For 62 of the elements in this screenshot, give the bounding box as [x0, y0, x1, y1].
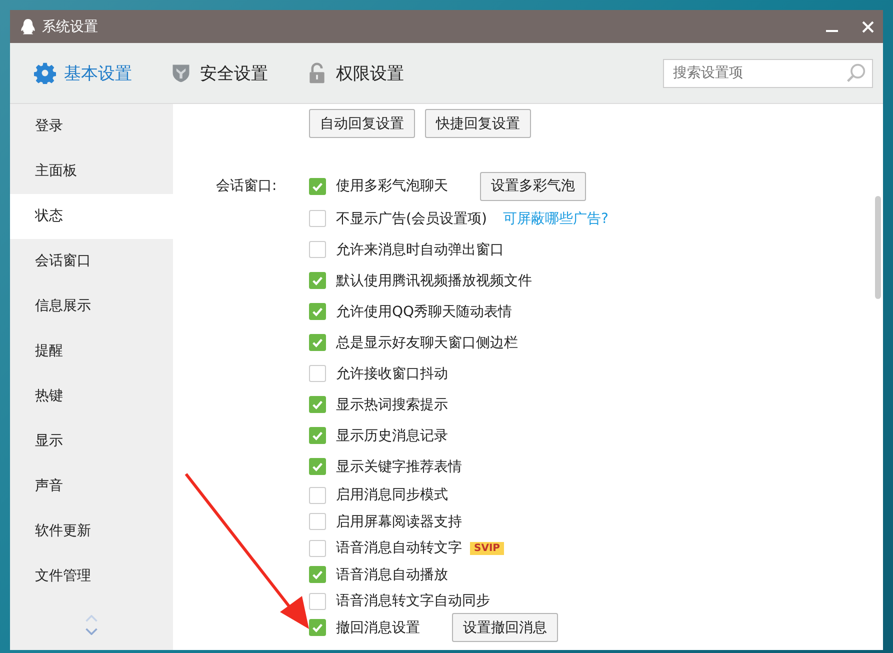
scrollbar-thumb[interactable] — [875, 196, 881, 299]
settings-button[interactable]: 设置撤回消息 — [452, 613, 558, 642]
vip-badge: SVIP — [470, 542, 504, 555]
sidebar-item[interactable]: 登录 — [10, 104, 173, 149]
search-field[interactable]: 搜索设置项 — [663, 58, 873, 88]
checkbox[interactable] — [309, 396, 326, 413]
option-label: 不显示广告(会员设置项) — [336, 210, 487, 228]
checkbox[interactable] — [309, 513, 326, 530]
checkbox[interactable] — [309, 303, 326, 320]
checkbox[interactable] — [309, 178, 326, 194]
option-label: 语音消息自动转文字 — [336, 539, 462, 558]
sidebar-item[interactable]: 信息展示 — [10, 284, 173, 329]
option-label: 撤回消息设置 — [336, 618, 420, 637]
option-label: 显示热词搜索提示 — [336, 396, 448, 414]
option-label: 语音消息自动播放 — [336, 566, 448, 584]
sidebar-item[interactable]: 状态 — [10, 194, 173, 239]
option-label: 允许使用QQ秀聊天随动表情 — [336, 302, 512, 320]
checkbox[interactable] — [309, 210, 326, 227]
window-title: 系统设置 — [42, 18, 98, 36]
settings-tab[interactable]: 权限设置 — [306, 56, 404, 90]
checkbox[interactable] — [309, 619, 326, 636]
sidebar-item[interactable]: 热键 — [10, 374, 173, 419]
section-label: 会话窗口: — [216, 177, 278, 196]
sidebar-item[interactable]: 主面板 — [10, 149, 173, 194]
gear-icon — [34, 62, 56, 84]
checkbox[interactable] — [309, 272, 326, 289]
option-label: 语音消息转文字自动同步 — [336, 592, 490, 610]
checkbox[interactable] — [309, 427, 326, 444]
settings-button[interactable]: 快捷回复设置 — [425, 109, 531, 138]
settings-tab[interactable]: 安全设置 — [170, 56, 268, 90]
option-label: 显示历史消息记录 — [336, 426, 448, 444]
checkbox[interactable] — [309, 592, 326, 610]
checkbox[interactable] — [309, 458, 326, 475]
sidebar-item[interactable]: 文件管理 — [10, 554, 173, 599]
search-icon — [846, 62, 866, 82]
checkbox[interactable] — [309, 334, 326, 351]
penguin-icon — [20, 18, 36, 36]
shield-icon — [170, 62, 192, 84]
sidebar-item[interactable]: 会话窗口 — [10, 239, 173, 284]
sidebar-item[interactable]: 显示 — [10, 419, 173, 464]
option-label: 启用消息同步模式 — [336, 486, 448, 504]
option-label: 总是显示好友聊天窗口侧边栏 — [336, 334, 518, 352]
checkbox[interactable] — [309, 486, 326, 504]
option-label: 显示关键字推荐表情 — [336, 458, 462, 476]
checkbox[interactable] — [309, 365, 326, 382]
option-label: 使用多彩气泡聊天 — [336, 177, 448, 195]
checkbox[interactable] — [309, 566, 326, 584]
sidebar-item[interactable]: 软件更新 — [10, 509, 173, 554]
scroll-up-icon[interactable] — [85, 615, 98, 622]
scroll-down-icon[interactable] — [85, 628, 98, 635]
option-label: 默认使用腾讯视频播放视频文件 — [336, 272, 532, 290]
settings-tab[interactable]: 基本设置 — [34, 56, 132, 90]
sidebar-item[interactable]: 声音 — [10, 464, 173, 509]
option-label: 允许来消息时自动弹出窗口 — [336, 240, 504, 258]
checkbox[interactable] — [309, 241, 326, 258]
settings-button[interactable]: 自动回复设置 — [309, 109, 415, 138]
sidebar-item[interactable]: 提醒 — [10, 329, 173, 374]
close-icon[interactable] — [861, 20, 875, 34]
settings-button[interactable]: 设置多彩气泡 — [480, 172, 586, 200]
option-label: 启用屏幕阅读器支持 — [336, 512, 462, 531]
checkbox[interactable] — [309, 540, 326, 557]
option-label: 允许接收窗口抖动 — [336, 364, 448, 382]
